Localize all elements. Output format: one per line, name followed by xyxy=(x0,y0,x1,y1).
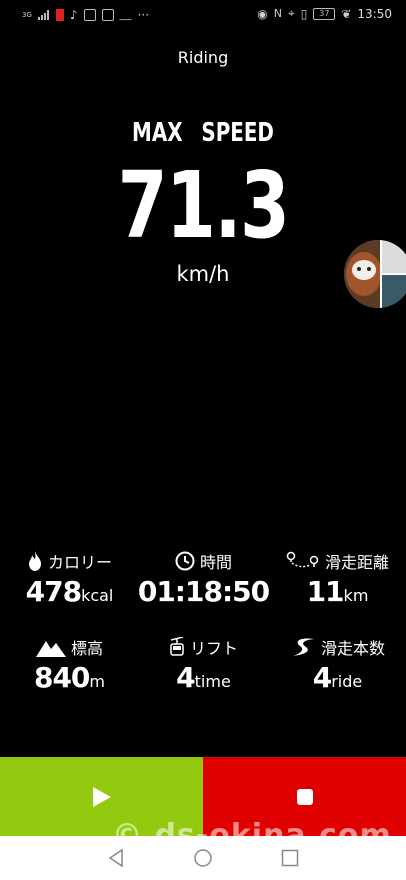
stat-runs-value: 4ride xyxy=(270,660,405,700)
stat-label-text: 滑走本数 xyxy=(320,639,385,658)
route-icon xyxy=(286,551,319,568)
flame-icon xyxy=(28,551,41,571)
stat-elevation: 標高 840m xyxy=(2,634,137,700)
stat-value-number: 01:18:50 xyxy=(137,575,270,608)
stat-label-text: 滑走距離 xyxy=(324,553,389,572)
music-icon: ♪ xyxy=(69,7,78,22)
location-icon: ⌖ xyxy=(287,6,295,20)
status-bar: 3G ♪ ﹏ ··· ◉ N ⌖ ▯ 37 ❦ 13:50 xyxy=(0,0,406,28)
s-curve-icon xyxy=(291,638,314,656)
stat-value-unit: time xyxy=(194,672,231,691)
mountain-icon xyxy=(35,641,66,657)
stat-distance-value: 11km xyxy=(270,574,405,614)
stat-value-number: 4 xyxy=(176,661,196,694)
clock: 13:50 xyxy=(357,6,392,21)
metric-label: MAX SPEED xyxy=(132,118,274,148)
stat-label-text: 標高 xyxy=(70,639,103,658)
stat-value-number: 11 xyxy=(306,575,345,608)
battery-icon: 37 xyxy=(313,7,336,20)
metric-value: 71.3 xyxy=(117,152,290,259)
stat-value-unit: m xyxy=(89,672,106,691)
stat-distance-label: 滑走距離 xyxy=(270,548,405,574)
stat-time: 時間 01:18:50 xyxy=(136,548,271,614)
nfc-icon: N xyxy=(273,7,282,20)
stat-lift-label: リフト xyxy=(136,634,271,660)
stat-time-label: 時間 xyxy=(136,548,271,574)
leaf-icon: ❦ xyxy=(341,6,352,21)
stat-runs: 滑走本数 4ride xyxy=(270,634,405,700)
stat-value-number: 478 xyxy=(25,575,82,608)
notification-icon-2 xyxy=(101,8,114,21)
clock-icon xyxy=(175,551,195,571)
vibrate-icon: ▯ xyxy=(300,6,308,21)
screen-title: Riding xyxy=(177,48,229,67)
stat-elevation-label: 標高 xyxy=(2,634,137,660)
stop-icon xyxy=(296,788,313,805)
stat-label-text: カロリー xyxy=(47,553,112,572)
stat-value-unit: ride xyxy=(331,672,363,691)
play-icon xyxy=(92,786,111,807)
signal-icon: 3G xyxy=(22,10,32,19)
stat-time-value: 01:18:50 xyxy=(136,574,271,614)
stat-elevation-value: 840m xyxy=(2,660,137,700)
avatar[interactable] xyxy=(344,240,406,308)
avatar-photo xyxy=(344,240,406,308)
stat-label-text: 時間 xyxy=(199,553,232,572)
stat-lift: リフト 4time xyxy=(136,634,271,700)
stat-value-number: 4 xyxy=(312,661,333,694)
stat-calories: カロリー 478kcal xyxy=(2,548,137,614)
stat-value-unit: kcal xyxy=(81,586,114,605)
stat-calories-label: カロリー xyxy=(2,548,137,574)
stat-lift-value: 4time xyxy=(136,660,271,700)
stat-label-text: リフト xyxy=(189,639,238,658)
notification-icon xyxy=(83,8,96,21)
gondola-icon xyxy=(170,637,184,656)
app-notification-icon xyxy=(55,8,64,21)
more-icon: ··· xyxy=(137,7,150,22)
stat-runs-label: 滑走本数 xyxy=(270,634,405,660)
stat-calories-value: 478kcal xyxy=(2,574,137,614)
eye-icon: ◉ xyxy=(257,6,268,21)
stat-value-unit: km xyxy=(343,586,369,605)
signal-bars-icon xyxy=(37,9,49,20)
watermark: © ds-okina.com xyxy=(112,818,392,853)
stat-value-number: 840 xyxy=(33,661,90,694)
wave-icon: ﹏ xyxy=(119,8,132,22)
stat-distance: 滑走距離 11km xyxy=(270,548,405,614)
status-bar-right: ◉ N ⌖ ▯ 37 ❦ 13:50 xyxy=(257,6,392,21)
status-bar-left: 3G ♪ ﹏ ··· xyxy=(22,6,149,23)
